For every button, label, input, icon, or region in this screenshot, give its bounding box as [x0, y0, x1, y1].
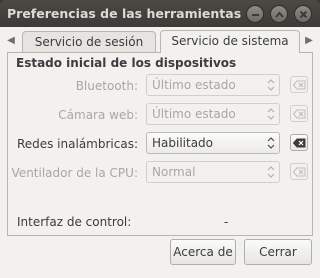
combo-arrows-icon	[267, 108, 275, 120]
maximize-icon	[275, 11, 284, 18]
wireless-label: Redes inalámbricas:	[16, 137, 138, 151]
section-title: Estado inicial de los dispositivos	[16, 56, 237, 70]
tab-session-service[interactable]: Servicio de sesión	[22, 31, 156, 52]
clear-icon	[293, 138, 306, 148]
wireless-clear-button[interactable]	[290, 134, 308, 151]
tab-scroll-right-icon[interactable]: ▶	[304, 33, 314, 49]
wireless-combo[interactable]: Habilitado	[146, 132, 280, 154]
tab-system-service[interactable]: Servicio de sistema	[160, 30, 300, 53]
combo-arrows-icon	[267, 137, 275, 149]
window-title: Preferencias de las herramientas Samsung	[7, 6, 243, 21]
cpu-fan-value: Normal	[152, 165, 196, 179]
tab-scroll-left-icon[interactable]: ◀	[6, 33, 16, 49]
combo-arrows-icon	[267, 79, 275, 91]
tab-panel: Estado inicial de los dispositivos Bluet…	[7, 52, 313, 236]
webcam-combo: Último estado	[146, 103, 280, 125]
combo-arrows-icon	[267, 166, 275, 178]
minimize-button[interactable]	[246, 5, 264, 23]
clear-icon	[293, 167, 306, 177]
minimize-icon	[252, 14, 259, 16]
webcam-clear-button	[290, 105, 308, 122]
bluetooth-label: Bluetooth:	[75, 79, 138, 93]
maximize-button[interactable]	[270, 5, 288, 23]
clear-icon	[293, 80, 306, 90]
cpu-fan-clear-button	[290, 163, 308, 180]
control-interface-value: -	[224, 215, 229, 229]
about-button[interactable]: Acerca de	[170, 239, 236, 265]
close-icon	[299, 10, 308, 19]
bluetooth-clear-button	[290, 76, 308, 93]
webcam-label: Cámara web:	[58, 108, 138, 122]
control-interface-label: Interfaz de control:	[17, 215, 132, 229]
wireless-value: Habilitado	[152, 136, 214, 150]
close-button[interactable]: Cerrar	[244, 239, 312, 265]
webcam-value: Último estado	[152, 107, 236, 121]
cpu-fan-label: Ventilador de la CPU:	[11, 166, 138, 180]
bluetooth-combo: Último estado	[146, 74, 280, 96]
cpu-fan-combo: Normal	[146, 161, 280, 183]
close-window-button[interactable]	[294, 5, 312, 23]
bluetooth-value: Último estado	[152, 78, 236, 92]
window-titlebar[interactable]: Preferencias de las herramientas Samsung	[0, 0, 320, 27]
clear-icon	[293, 109, 306, 119]
